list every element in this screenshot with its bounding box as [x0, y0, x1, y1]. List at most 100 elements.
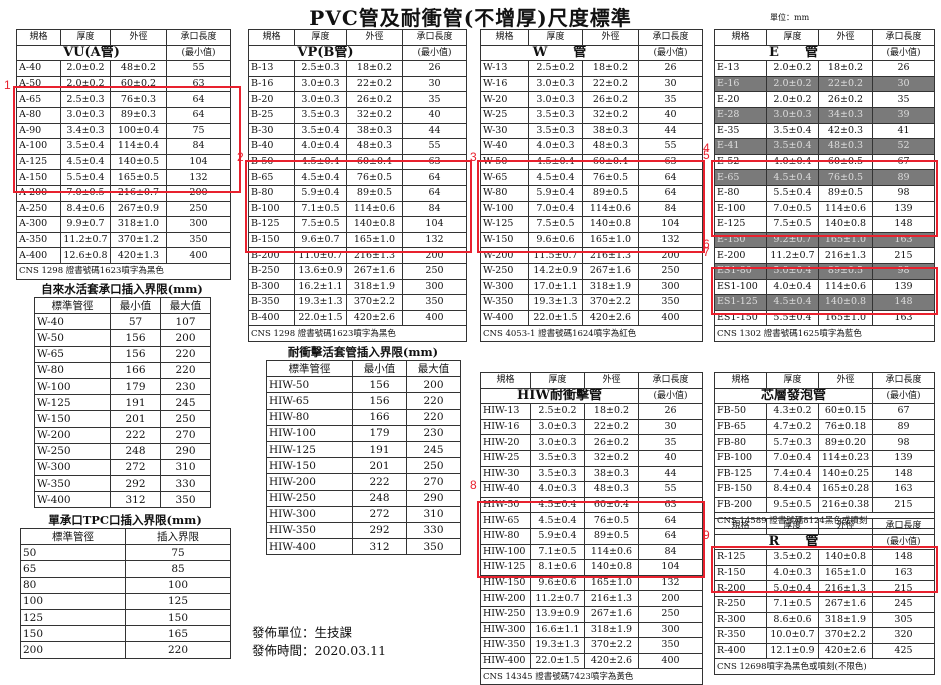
table-cell: 201 [110, 410, 161, 428]
table-cell: FB-65 [714, 418, 767, 436]
table-cell: 220 [160, 345, 211, 363]
table-cell: 3.5±0.3 [530, 465, 585, 483]
table-row: W-20 3.0±0.3 26±0.2 35 [480, 91, 703, 108]
tpc-title: 單承口TPC口插入界限(mm) [48, 513, 202, 527]
table-cell: 38±0.3 [582, 122, 639, 140]
table-cell: 312 [110, 491, 161, 509]
table-row: HIW-150 201 250 [266, 457, 461, 475]
table-cell: 7.1±0.5 [294, 200, 347, 218]
table-cell: 5.0±0.4 [766, 262, 819, 280]
table-cell: 300 [638, 278, 703, 296]
table-row: HIW-65 156 220 [266, 392, 461, 410]
table-row: HIW-350 292 330 [266, 521, 461, 540]
table-cell: 140±0.25 [818, 465, 873, 483]
table-cell: 10.0±0.7 [766, 627, 819, 644]
col-thick: 厚度 [528, 29, 583, 46]
table-cell: 44 [638, 465, 703, 483]
table-cell: W-300 [480, 278, 529, 296]
table-cell: 76±0.18 [818, 418, 873, 436]
table-row: B-50 4.5±0.4 60±0.4 63 [248, 153, 467, 171]
table-cell: 64 [402, 184, 467, 202]
table-cell: 216±1.3 [818, 247, 873, 264]
table-cell: 267±0.9 [110, 200, 167, 218]
table-row: W-150 201 250 [34, 410, 211, 428]
table-cell: 163 [872, 309, 935, 327]
table-row: W-125 7.5±0.5 140±0.8 104 [480, 216, 703, 233]
table-cell: 38±0.3 [584, 465, 639, 483]
table-cell: 350 [160, 491, 211, 509]
table-row: 65 85 [20, 560, 231, 578]
col-socket: 承口長度 [872, 518, 935, 535]
table-cell: 19.3±1.3 [294, 294, 347, 311]
table-cell: 32±0.2 [582, 106, 639, 124]
table-cell: HIW-20 [480, 434, 531, 451]
table-row: W-250 14.2±0.9 267±1.6 250 [480, 262, 703, 280]
table-cell: 267±1.6 [346, 262, 403, 280]
table-cell: W-30 [480, 122, 529, 140]
table-cell: 270 [160, 426, 211, 444]
table-cell: 400 [402, 309, 467, 327]
table-cell: 5.0±0.4 [766, 580, 819, 597]
table-cell: B-65 [248, 169, 295, 186]
table-row: FB-50 4.3±0.2 60±0.15 67 [714, 403, 935, 420]
table-cell: 9.9±0.7 [60, 216, 111, 233]
table-cell: 4.0±0.3 [766, 564, 819, 582]
table-cell: 4.0±0.3 [528, 138, 583, 155]
table-cell: E-65 [714, 169, 767, 186]
table-cell: 245 [872, 595, 935, 613]
table-note: CNS 14345 證書號碼7423噴字為黃色 [480, 668, 703, 685]
table-cell: 63 [402, 153, 467, 171]
table-cell: 318±1.9 [818, 611, 873, 629]
table-cell: 292 [110, 475, 161, 493]
table-cell: 64 [166, 91, 231, 108]
vu-table-block: 規格 厚度 外徑 承口長度 VU(A管) (最小值) A-40 2.0±0.2 48±0.2… [16, 29, 231, 280]
unit-label: 單位：mm [770, 13, 810, 22]
table-cell: 312 [352, 538, 407, 556]
col-od: 外徑 [818, 29, 873, 46]
table-row: W-40 4.0±0.3 48±0.3 55 [480, 138, 703, 155]
table-cell: 22.0±1.5 [530, 652, 585, 670]
table-cell: R-200 [714, 580, 767, 597]
table-cell: 104 [638, 559, 703, 576]
table-cell: 148 [872, 549, 935, 566]
table-cell: FB-200 [714, 496, 767, 514]
table-row: W-16 3.0±0.3 22±0.2 30 [480, 75, 703, 93]
table-cell: 420±1.3 [110, 247, 167, 264]
table-cell: 3.0±0.3 [294, 75, 347, 93]
table-cell: 3.5±0.4 [766, 138, 819, 155]
table-row: A-400 12.6±0.8 420±1.3 400 [16, 247, 231, 264]
table-row: FB-200 9.5±0.5 216±0.38 215 [714, 496, 935, 514]
table-cell: 9.5±0.5 [766, 496, 819, 514]
table-cell: 5.9±0.4 [530, 527, 585, 545]
table-cell: B-125 [248, 216, 295, 233]
table-cell: 4.5±0.4 [294, 169, 347, 186]
table-cell: HIW-30 [480, 465, 531, 483]
table-cell: 76±0.5 [584, 512, 639, 529]
table-row: W-200 222 270 [34, 426, 211, 444]
table-cell: 350 [638, 637, 703, 654]
col-std: 標準管徑 [34, 296, 111, 315]
table-cell: 5.9±0.4 [294, 184, 347, 202]
table-cell: HIW-300 [266, 505, 353, 523]
table-cell: B-13 [248, 60, 295, 77]
table-cell: HIW-65 [266, 392, 353, 410]
table-cell: 140±0.8 [584, 559, 639, 576]
col-thick: 厚度 [766, 372, 819, 389]
table-cell: 22±0.2 [584, 418, 639, 436]
table-cell: 60±0.5 [818, 153, 873, 171]
table-cell: 148 [872, 465, 935, 483]
col-spec: 規格 [714, 372, 767, 389]
table-cell: 5.5±0.4 [766, 309, 819, 327]
table-row: A-40 2.0±0.2 48±0.2 55 [16, 60, 231, 77]
table-cell: 370±2.2 [818, 627, 873, 644]
table-row: A-80 3.0±0.3 89±0.3 64 [16, 106, 231, 124]
table-cell: 7.0±0.4 [766, 449, 819, 467]
table-cell: 272 [110, 458, 161, 477]
table-cell: 420±2.6 [584, 652, 639, 670]
table-cell: 40 [638, 449, 703, 467]
table-cell: B-300 [248, 278, 295, 296]
table-cell: 400 [166, 247, 231, 264]
table-cell: 63 [638, 496, 703, 514]
table-cell: 140±0.8 [582, 216, 639, 233]
table-cell: HIW-80 [266, 408, 353, 426]
